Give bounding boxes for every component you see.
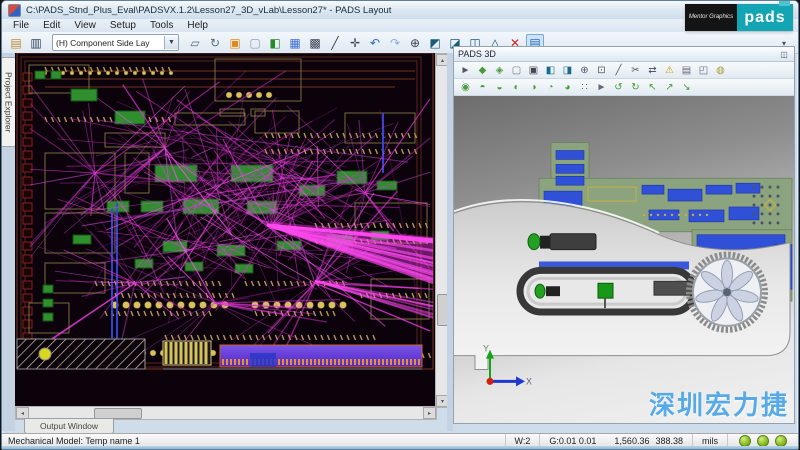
pick-icon[interactable]: ► [594, 80, 609, 94]
move-part-icon[interactable]: ◆ [475, 63, 490, 77]
title-bar[interactable]: C:\PADS_Stnd_Plus_Eval\PADSVX.1.2\Lesson… [2, 1, 798, 19]
redo-icon[interactable]: ↷ [386, 34, 404, 51]
layers-icon[interactable]: ▢ [246, 34, 264, 51]
open-file-icon[interactable]: ▤ [7, 34, 25, 51]
status-message: Mechanical Model: Temp name 1 [2, 436, 505, 446]
spin-down-icon[interactable]: ↘ [679, 80, 694, 94]
board-view-icon[interactable]: ▢ [509, 63, 524, 77]
measure-icon[interactable]: ╱ [611, 63, 626, 77]
view-front-icon[interactable]: ◐ [509, 80, 524, 94]
front-view-icon[interactable]: ◧ [543, 63, 558, 77]
mentor-graphics-logo: Mentor Graphics [685, 4, 737, 31]
select-arrow-icon[interactable]: ► [458, 63, 473, 77]
brand-logo: Mentor Graphics pads [685, 4, 793, 31]
back-view-icon[interactable]: ◨ [560, 63, 575, 77]
watermark-text: 深圳宏力捷 [649, 385, 789, 422]
output-window-tab[interactable]: Output Window [24, 418, 114, 434]
undo-icon[interactable]: ↶ [366, 34, 384, 51]
selection-filter-icon[interactable]: ◩ [426, 34, 444, 51]
window-title: C:\PADS_Stnd_Plus_Eval\PADSVX.1.2\Lesson… [26, 5, 391, 16]
pin-icon[interactable]: ◫ [778, 49, 790, 60]
view-iso-icon[interactable]: ◉ [458, 80, 473, 94]
move-component-icon[interactable]: ◧ [266, 34, 284, 51]
component-tool-icon[interactable]: ✛ [346, 34, 364, 51]
pads-3d-header[interactable]: PADS 3D ▾◫✕ [454, 47, 794, 62]
report-icon[interactable]: ▤ [679, 63, 694, 77]
menu-view[interactable]: View [67, 20, 103, 31]
pads-3d-panel: PADS 3D ▾◫✕ ►◆◈▢▣◧◨⊕⊡╱✂⇄⚠▤◰◍ ◉◓◒◐◑◔◕∷►↺↻… [453, 46, 795, 424]
layer-selector-value: (H) Component Side Lay [56, 38, 164, 48]
rotate-ccw-icon[interactable]: ↺ [611, 80, 626, 94]
view-back-icon[interactable]: ◑ [526, 80, 541, 94]
pads-3d-toolbar-2: ◉◓◒◐◑◔◕∷►↺↻↖↗↘ [454, 79, 794, 96]
menu-help[interactable]: Help [180, 20, 215, 31]
export-icon[interactable]: ◰ [696, 63, 711, 77]
new-window-icon[interactable]: ▱ [186, 34, 204, 51]
rotate-cw-icon[interactable]: ↻ [628, 80, 643, 94]
menu-setup[interactable]: Setup [103, 20, 143, 31]
window-bottom-border [2, 446, 798, 449]
view-right-icon[interactable]: ◕ [560, 80, 575, 94]
menu-file[interactable]: File [6, 20, 36, 31]
snapshot-icon[interactable]: ▣ [526, 63, 541, 77]
menu-edit[interactable]: Edit [36, 20, 67, 31]
layer-selector[interactable]: (H) Component Side Lay ▼ [52, 34, 179, 51]
mirror-icon[interactable]: ⇄ [645, 63, 660, 77]
cut-plane-icon[interactable]: ✂ [628, 63, 643, 77]
pads-3d-title: PADS 3D [458, 49, 496, 59]
zoom-fit-icon[interactable]: ⊡ [594, 63, 609, 77]
view-top-icon[interactable]: ◓ [475, 80, 490, 94]
push-part-icon[interactable]: ◈ [492, 63, 507, 77]
view-bottom-icon[interactable]: ◒ [492, 80, 507, 94]
pads-3d-toolbar-1: ►◆◈▢▣◧◨⊕⊡╱✂⇄⚠▤◰◍ [454, 62, 794, 79]
menu-tools[interactable]: Tools [143, 20, 180, 31]
zoom-icon[interactable]: ⊕ [406, 34, 424, 51]
edge-connector-layer [17, 339, 422, 369]
chevron-down-icon[interactable]: ▼ [164, 36, 178, 49]
menu-bar: FileEditViewSetupToolsHelp [2, 19, 798, 32]
axis-y-label: Y [483, 344, 489, 354]
shell-icon[interactable]: ◍ [713, 63, 728, 77]
pcb-2d-canvas[interactable] [15, 53, 435, 406]
save-icon[interactable]: ▥ [27, 34, 45, 51]
scroll-right-icon[interactable]: ▸ [423, 407, 436, 419]
spin-right-icon[interactable]: ↗ [662, 80, 677, 94]
add-route-icon[interactable]: ╱ [326, 34, 344, 51]
pads-layout-window: C:\PADS_Stnd_Plus_Eval\PADSVX.1.2\Lesson… [1, 0, 799, 450]
zoom-in-icon[interactable]: ⊕ [577, 63, 592, 77]
photo-view-icon[interactable]: ▩ [306, 34, 324, 51]
collision-warning-icon[interactable]: ⚠ [662, 63, 677, 77]
spin-up-icon[interactable]: ↖ [645, 80, 660, 94]
pcb-2d-art [15, 53, 435, 406]
grid-dots-icon[interactable]: ∷ [577, 80, 592, 94]
app-icon [8, 4, 21, 17]
redraw-icon[interactable]: ↻ [206, 34, 224, 51]
panel-menu-icon[interactable]: ▾ [778, 38, 790, 49]
axis-x-label: X [526, 376, 532, 386]
viewport-3d[interactable]: Y X 深圳宏力捷 [454, 96, 794, 423]
project-explorer-tab[interactable]: Project Explorer [2, 57, 16, 147]
view-left-icon[interactable]: ◔ [543, 80, 558, 94]
scene-3d: Y X [454, 96, 794, 423]
pads-logo: pads [737, 4, 793, 31]
design-rules-icon[interactable]: ▣ [226, 34, 244, 51]
bga-grid-icon[interactable]: ▦ [286, 34, 304, 51]
